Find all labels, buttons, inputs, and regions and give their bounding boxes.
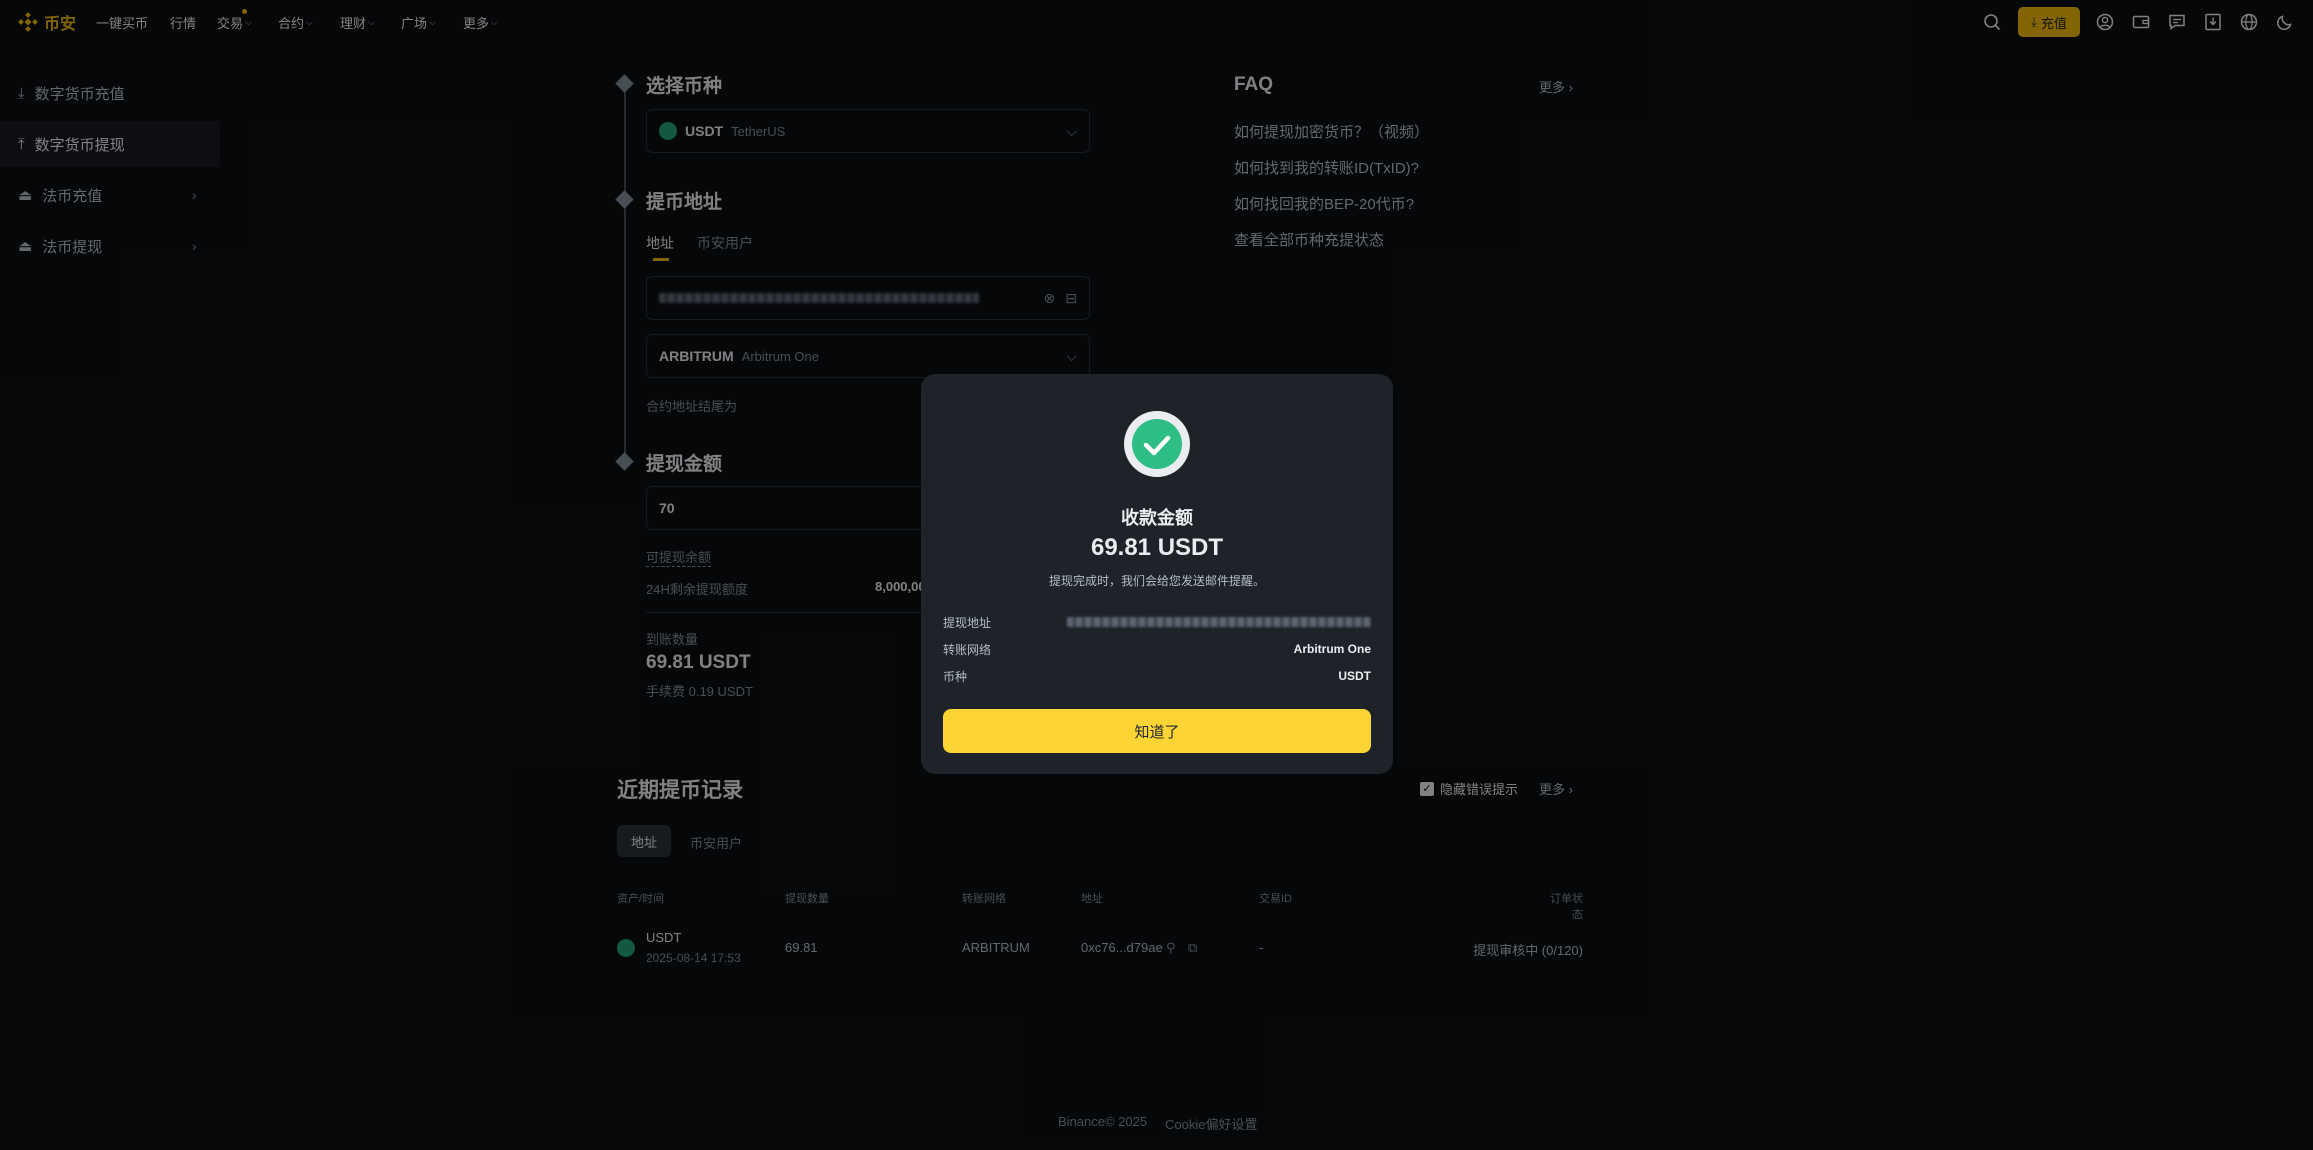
- success-icon: [1124, 411, 1190, 477]
- modal-row-coin: 币种 USDT: [943, 666, 1371, 686]
- modal-row-address: 提现地址: [943, 612, 1371, 632]
- row-label: 币种: [943, 669, 968, 684]
- address-value-blurred: [1067, 617, 1371, 627]
- modal-row-network: 转账网络 Arbitrum One: [943, 639, 1371, 659]
- modal-title: 收款金额: [1121, 508, 1193, 528]
- row-value: Arbitrum One: [1293, 642, 1371, 656]
- withdraw-success-modal: 收款金额 69.81 USDT 提现完成时，我们会给您发送邮件提醒。 提现地址 …: [921, 374, 1393, 774]
- got-it-button[interactable]: 知道了: [943, 709, 1371, 753]
- row-label: 转账网络: [943, 642, 992, 657]
- row-value: USDT: [1338, 669, 1371, 683]
- modal-amount: 69.81 USDT: [1090, 534, 1224, 561]
- row-label: 提现地址: [943, 615, 992, 630]
- modal-subtitle: 提现完成时，我们会给您发送邮件提醒。: [1048, 574, 1265, 588]
